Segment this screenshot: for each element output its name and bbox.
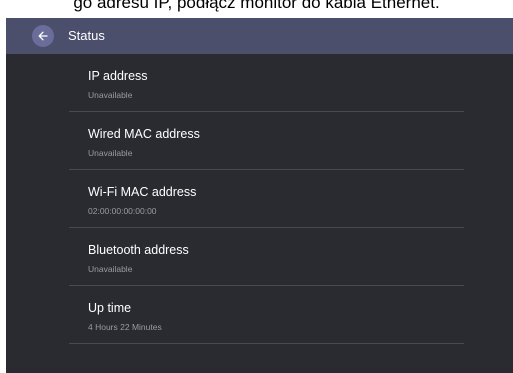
header-bar: Status	[6, 18, 513, 54]
arrow-left-icon	[38, 31, 48, 41]
status-item-bluetooth-address[interactable]: Bluetooth address Unavailable	[69, 228, 464, 286]
status-item-label: Bluetooth address	[88, 243, 189, 257]
status-item-label: Wi-Fi MAC address	[88, 185, 197, 199]
status-item-wifi-mac-address[interactable]: Wi-Fi MAC address 02:00:00:00:00:00	[69, 170, 464, 228]
status-item-value: Unavailable	[88, 148, 133, 158]
page-title: Status	[68, 28, 105, 43]
status-item-value: Unavailable	[88, 90, 133, 100]
status-item-ip-address[interactable]: IP address Unavailable	[69, 54, 464, 112]
status-item-label: IP address	[88, 69, 148, 83]
status-item-value: 4 Hours 22 Minutes	[88, 322, 162, 332]
status-item-value: Unavailable	[88, 264, 133, 274]
status-list: IP address Unavailable Wired MAC address…	[69, 54, 464, 344]
status-item-value: 02:00:00:00:00:00	[88, 206, 157, 216]
status-item-label: Up time	[88, 301, 132, 315]
page-caption: go adresu IP, podłącz monitor do kabla E…	[73, 0, 440, 12]
status-screen: Status IP address Unavailable Wired MAC …	[6, 18, 513, 373]
status-item-wired-mac-address[interactable]: Wired MAC address Unavailable	[69, 112, 464, 170]
status-item-label: Wired MAC address	[88, 127, 200, 141]
back-button[interactable]	[32, 25, 54, 47]
status-item-up-time[interactable]: Up time 4 Hours 22 Minutes	[69, 286, 464, 344]
